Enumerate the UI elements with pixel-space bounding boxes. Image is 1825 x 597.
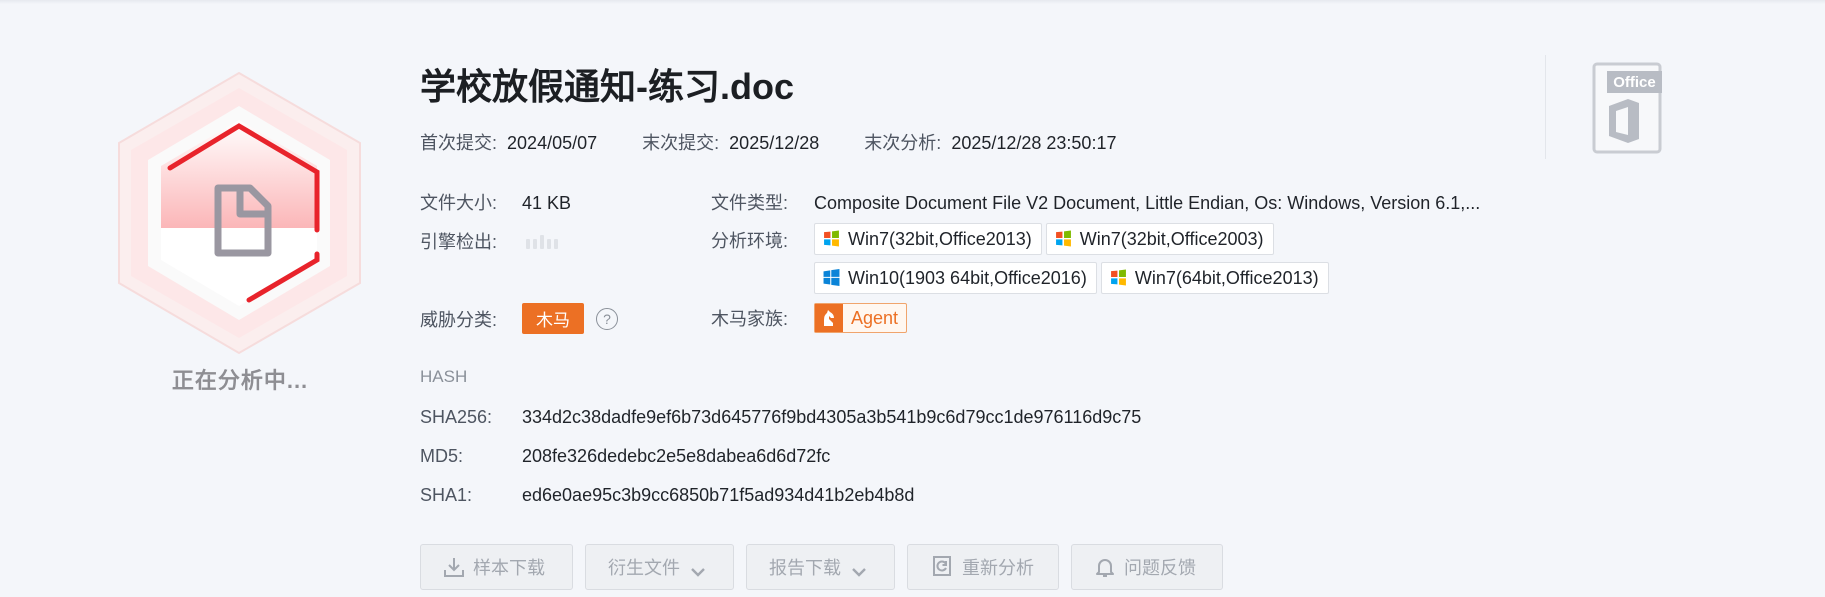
file-title: 学校放假通知-练习.doc	[420, 66, 794, 107]
env-tag[interactable]: Win7(64bit,Office2013)	[1100, 262, 1329, 294]
first-submit-label: 首次提交:	[420, 133, 498, 153]
windows-xp-icon	[1055, 230, 1071, 247]
env-tag-label: Win7(32bit,Office2003)	[1079, 229, 1264, 249]
family-label: 木马家族:	[711, 309, 789, 329]
chevron-down-icon	[691, 568, 705, 577]
file-size-label: 文件大小:	[420, 193, 498, 213]
env-tag[interactable]: Win7(32bit,Office2013)	[814, 223, 1042, 255]
analysis-status-text: 正在分析中...	[171, 368, 309, 393]
office-file-icon: Office	[1592, 62, 1662, 154]
sha256-value[interactable]: 334d2c38dadfe9ef6b73d645776f9bd4305a3b54…	[522, 407, 1141, 427]
sha1-label: SHA1:	[420, 485, 473, 505]
top-border	[0, 0, 1825, 4]
sha256-label: SHA256:	[420, 407, 493, 427]
md5-row: MD5: 208fe326dedebc2e5e8dabea6d6d72fc	[420, 446, 830, 467]
sha1-row: SHA1: ed6e0ae95c3b9cc6850b71f5ad934d41b2e…	[420, 485, 914, 506]
download-sample-button[interactable]: 样本下载	[420, 544, 573, 590]
family-row: 木马家族: Agent	[711, 303, 908, 333]
analysis-env-label: 分析环境:	[711, 231, 789, 252]
threat-row: 威胁分类: 木马?	[420, 303, 618, 334]
download-report-button[interactable]: 报告下载	[746, 544, 895, 590]
last-analysis-value: 2025/12/28 23:50:17	[951, 133, 1117, 153]
chevron-down-icon	[852, 568, 866, 577]
last-submit-label: 末次提交:	[642, 133, 720, 153]
feedback-button[interactable]: 问题反馈	[1071, 544, 1223, 590]
reanalyze-button[interactable]: 重新分析	[907, 544, 1059, 590]
file-type-label: 文件类型:	[711, 193, 789, 213]
sha256-row: SHA256: 334d2c38dadfe9ef6b73d645776f9bd43…	[420, 407, 1141, 428]
family-value: Agent	[851, 308, 899, 328]
refresh-icon	[933, 556, 951, 576]
file-type-row: 文件类型: Composite Document File V2 Document…	[711, 189, 1480, 215]
env-tag[interactable]: Win10(1903 64bit,Office2016)	[814, 262, 1097, 294]
trojan-horse-icon	[815, 304, 843, 332]
analysis-status-badge	[118, 71, 361, 355]
last-analysis-label: 末次分析:	[864, 133, 942, 153]
download-icon	[444, 558, 464, 577]
file-size-row: 文件大小: 41 KB	[420, 189, 571, 215]
loading-indicator	[526, 233, 561, 254]
divider	[1545, 55, 1546, 159]
env-tag[interactable]: Win7(32bit,Office2003)	[1045, 223, 1274, 255]
submission-meta: 首次提交: 2024/05/07 末次提交: 2025/12/28 末次分析: …	[420, 129, 1156, 155]
first-submit-value: 2024/05/07	[507, 133, 598, 153]
md5-label: MD5:	[420, 446, 464, 466]
analysis-env-row-2: Win10(1903 64bit,Office2016) Win7(64bit,O…	[814, 262, 1333, 294]
last-submit-value: 2025/12/28	[729, 133, 820, 153]
derived-files-label: 衍生文件	[608, 558, 680, 578]
help-icon[interactable]: ?	[596, 307, 618, 330]
threat-tag[interactable]: 木马	[522, 303, 584, 334]
windows-xp-icon	[824, 230, 839, 247]
env-tag-label: Win10(1903 64bit,Office2016)	[848, 268, 1087, 288]
windows-10-icon	[823, 269, 840, 286]
family-tag[interactable]: Agent	[814, 303, 908, 333]
windows-xp-icon	[1110, 269, 1126, 286]
analysis-env-row: 分析环境: Win7(32bit,Office2013) Win7(32bit,Of…	[711, 223, 1278, 255]
office-label: Office	[1613, 74, 1656, 91]
feedback-label: 问题反馈	[1124, 558, 1196, 578]
download-sample-label: 样本下载	[473, 558, 545, 578]
engine-detection-row: 引擎检出:	[420, 228, 561, 254]
file-type-value: Composite Document File V2 Document, Lit…	[814, 193, 1481, 213]
engine-detection-label: 引擎检出:	[420, 232, 498, 252]
threat-label: 威胁分类:	[420, 309, 498, 330]
reanalyze-label: 重新分析	[962, 558, 1034, 578]
bell-icon	[1096, 559, 1114, 577]
hash-heading: HASH	[420, 367, 468, 386]
env-tag-label: Win7(32bit,Office2013)	[848, 229, 1032, 249]
file-size-value: 41 KB	[522, 193, 572, 213]
env-tag-label: Win7(64bit,Office2013)	[1134, 268, 1319, 288]
derived-files-button[interactable]: 衍生文件	[585, 544, 734, 590]
download-report-label: 报告下载	[769, 558, 841, 578]
md5-value[interactable]: 208fe326dedebc2e5e8dabea6d6d72fc	[522, 446, 830, 466]
sha1-value[interactable]: ed6e0ae95c3b9cc6850b71f5ad934d41b2eb4b8d	[522, 485, 914, 505]
